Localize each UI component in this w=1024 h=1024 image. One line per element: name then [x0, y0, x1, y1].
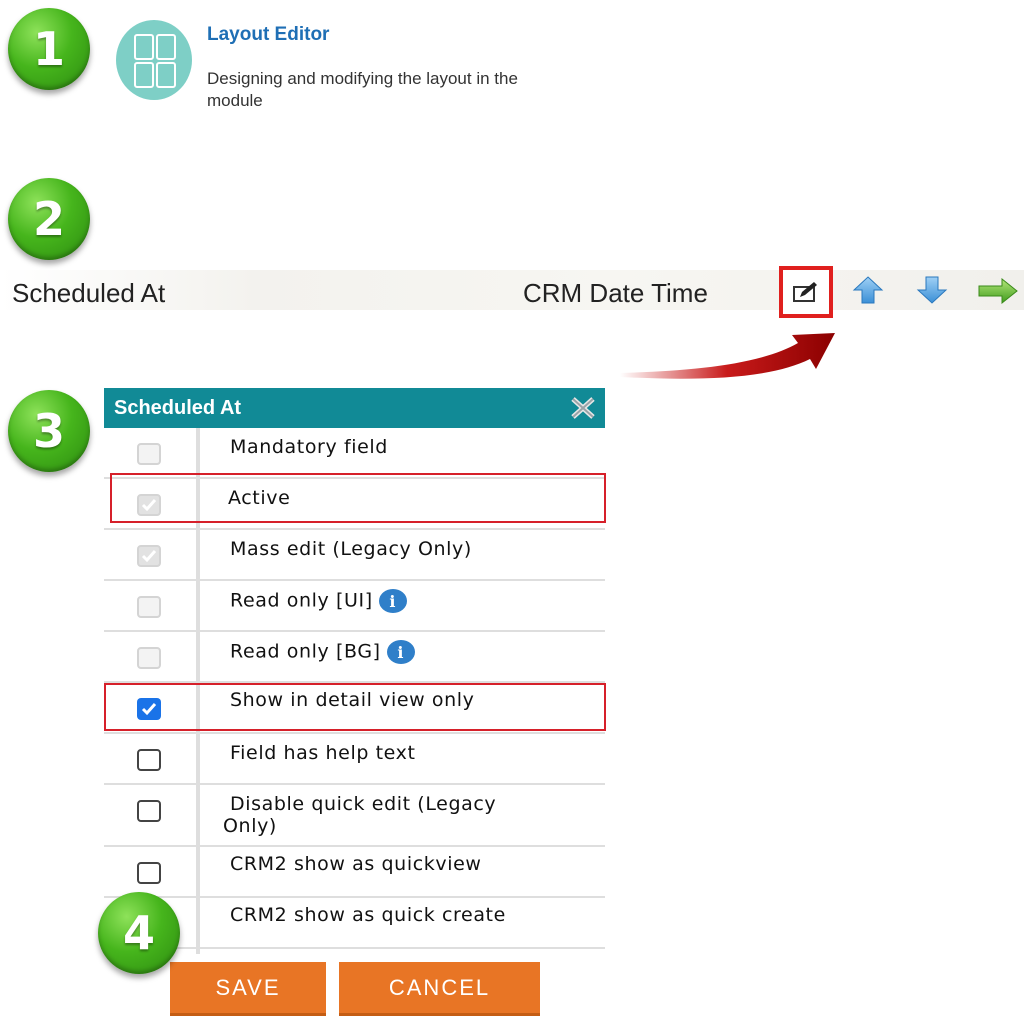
- step-badge-2: 2: [8, 178, 90, 260]
- option-label: CRM2 show as quick create: [230, 904, 506, 926]
- field-type: CRM Date Time: [523, 278, 708, 308]
- option-label: Read only [BG]: [230, 640, 381, 663]
- option-row-read-only-ui: Read only [UI] i: [104, 581, 605, 632]
- arrow-down-icon[interactable]: [916, 276, 948, 304]
- option-label: Read only [UI]: [230, 589, 373, 612]
- arrow-right-icon[interactable]: [978, 278, 1018, 304]
- edit-field-button[interactable]: [779, 266, 833, 318]
- dialog-header: Scheduled At: [104, 388, 605, 428]
- field-settings-dialog: Scheduled At Mandatory field Active Mass…: [104, 388, 605, 954]
- check-icon: [141, 703, 157, 716]
- layout-editor-title[interactable]: Layout Editor: [207, 24, 329, 46]
- option-label: CRM2 show as quickview: [230, 853, 482, 875]
- save-button[interactable]: SAVE: [170, 962, 326, 1016]
- option-row-mandatory: Mandatory field: [104, 428, 605, 479]
- dialog-title: Scheduled At: [114, 396, 242, 419]
- checkbox-help-text[interactable]: [137, 749, 161, 771]
- option-row-mass-edit: Mass edit (Legacy Only): [104, 530, 605, 581]
- option-row-help-text: Field has help text: [104, 734, 605, 785]
- option-label: Mass edit (Legacy Only): [230, 538, 472, 560]
- option-row-read-only-bg: Read only [BG] i: [104, 632, 605, 683]
- option-label-line2: Only): [223, 815, 277, 837]
- option-row-disable-quick-edit: Disable quick edit (Legacy Only): [104, 785, 605, 847]
- arrow-up-icon[interactable]: [852, 276, 884, 304]
- check-icon: [141, 499, 157, 512]
- curved-pointer-arrow-icon: [620, 333, 835, 379]
- option-label: Field has help text: [230, 742, 416, 764]
- checkbox-read-only-bg[interactable]: [137, 647, 161, 669]
- checkbox-active[interactable]: [137, 494, 161, 516]
- option-label: Show in detail view only: [230, 689, 475, 711]
- option-label: Active: [228, 487, 291, 509]
- option-label-wrap: Read only [UI] i: [230, 589, 407, 613]
- close-icon[interactable]: [569, 396, 597, 420]
- option-label-wrap: Read only [BG] i: [230, 640, 415, 664]
- option-label: Mandatory field: [230, 436, 388, 458]
- field-label: Scheduled At: [12, 278, 166, 308]
- checkbox-disable-quick-edit[interactable]: [137, 800, 161, 822]
- step-badge-3: 3: [8, 390, 90, 472]
- checkbox-read-only-ui[interactable]: [137, 596, 161, 618]
- step-badge-4: 4: [98, 892, 180, 974]
- checkbox-quickview[interactable]: [137, 862, 161, 884]
- option-row-detail-view-only: Show in detail view only: [104, 683, 605, 734]
- checkbox-mandatory[interactable]: [137, 443, 161, 465]
- check-icon: [141, 550, 157, 563]
- dialog-options-list: Mandatory field Active Mass edit (Legacy…: [104, 428, 605, 954]
- layout-grid-icon[interactable]: [116, 20, 192, 100]
- step-badge-1: 1: [8, 8, 90, 90]
- option-label-line1: Disable quick edit (Legacy: [230, 793, 497, 815]
- checkbox-detail-view-only[interactable]: [137, 698, 161, 720]
- info-icon[interactable]: i: [378, 589, 407, 613]
- cancel-button[interactable]: CANCEL: [339, 962, 540, 1016]
- edit-icon: [793, 282, 817, 302]
- option-row-quickview: CRM2 show as quickview: [104, 847, 605, 898]
- layout-editor-description: Designing and modifying the layout in th…: [207, 69, 518, 110]
- option-row-active: Active: [104, 479, 605, 530]
- info-icon[interactable]: i: [386, 640, 415, 664]
- checkbox-mass-edit[interactable]: [137, 545, 161, 567]
